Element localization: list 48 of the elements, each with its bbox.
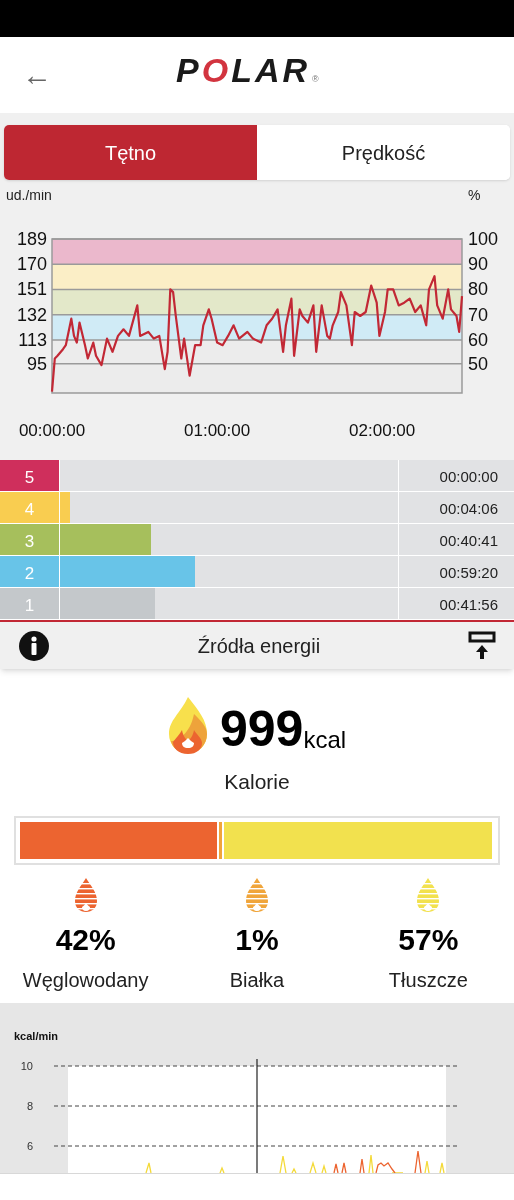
zone-number: 5 xyxy=(23,467,36,489)
y-tick-label: 151 xyxy=(16,279,47,300)
logo: POLAR® xyxy=(176,53,319,87)
zone-number: 3 xyxy=(23,531,36,553)
y-tick-label: 189 xyxy=(16,229,47,249)
x-tick-label: 00:00:00 xyxy=(18,421,86,440)
axis-unit: ud./min xyxy=(6,190,52,203)
tab[interactable]: Prędkość xyxy=(257,125,510,180)
y-tick-label: 8 xyxy=(26,1100,33,1112)
source-name: Węglowodany xyxy=(22,967,149,993)
source-percent: 1% xyxy=(235,924,279,955)
source-percent: 42% xyxy=(55,924,116,955)
y-tick-label: 132 xyxy=(16,304,47,325)
y-tick-label: 10 xyxy=(20,1060,33,1072)
source-percent: 57% xyxy=(398,924,459,955)
section-title: Źródła energii xyxy=(197,633,321,659)
zone-time: 00:40:41 xyxy=(398,524,514,555)
back-button[interactable]: ← xyxy=(22,60,52,90)
info-icon[interactable] xyxy=(18,629,50,662)
zone-number: 2 xyxy=(23,563,36,585)
calorie-unit: kcal xyxy=(303,728,347,752)
calorie-value: 999 xyxy=(219,704,304,754)
calorie-label: Kalorie xyxy=(224,769,290,795)
y-tick-label: 95 xyxy=(26,353,47,374)
axis-unit: kcal/min xyxy=(14,1030,59,1042)
y-tick-label: 80 xyxy=(468,279,489,300)
zone-number: 1 xyxy=(23,595,36,617)
source-name: Białka xyxy=(229,967,285,993)
zone-time: 00:41:56 xyxy=(398,588,514,619)
y-tick-label: 70 xyxy=(468,304,489,325)
upload-icon[interactable] xyxy=(468,630,496,661)
x-tick-label: 01:00:00 xyxy=(184,421,251,440)
source-name: Tłuszcze xyxy=(388,967,468,993)
y-tick-label: 50 xyxy=(468,353,489,374)
y-tick-label: 100 xyxy=(468,229,499,249)
tab[interactable]: Tętno xyxy=(4,125,257,180)
x-tick-label: 02:00:00 xyxy=(349,421,416,440)
y-tick-label: 6 xyxy=(26,1140,33,1152)
y-tick-label: 60 xyxy=(468,329,489,350)
y-tick-label: 170 xyxy=(16,254,47,275)
zone-time: 00:00:00 xyxy=(398,460,514,491)
flame-icon xyxy=(167,696,208,754)
zone-time: 00:04:06 xyxy=(398,492,514,523)
y-tick-label: 90 xyxy=(468,254,489,275)
y-tick-label: 113 xyxy=(18,329,47,350)
zone-time: 00:59:20 xyxy=(398,556,514,587)
zone-number: 4 xyxy=(23,499,36,521)
axis-unit: % xyxy=(468,190,481,203)
